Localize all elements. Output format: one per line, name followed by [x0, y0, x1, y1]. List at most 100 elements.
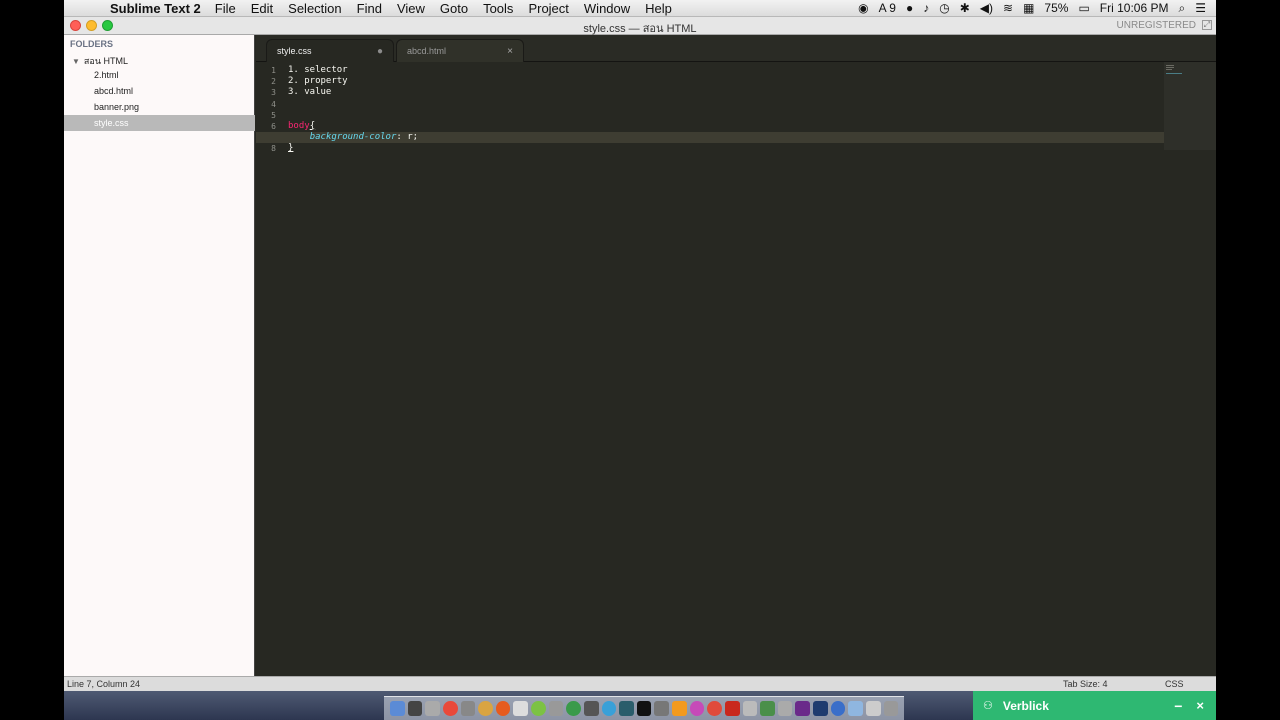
- bluetooth-icon[interactable]: ✱: [960, 1, 970, 15]
- css-selector: body: [288, 120, 310, 131]
- battery-percent[interactable]: 75%: [1044, 1, 1068, 15]
- ai-icon[interactable]: A 9: [879, 1, 896, 15]
- app-icon[interactable]: [531, 701, 546, 716]
- open-brace: {: [309, 120, 316, 131]
- tab-label: style.css: [277, 46, 312, 56]
- unsaved-dot-icon[interactable]: ●: [377, 46, 383, 57]
- syntax-selector[interactable]: CSS: [1165, 679, 1184, 689]
- menu-project[interactable]: Project: [528, 1, 568, 16]
- app-icon[interactable]: [742, 701, 758, 716]
- tab-style-css[interactable]: style.css ●: [266, 39, 394, 62]
- app-icon[interactable]: [654, 701, 669, 716]
- trash-icon[interactable]: [883, 701, 899, 716]
- sidebar-file-abcd-html[interactable]: abcd.html: [64, 83, 255, 99]
- line-number: 4: [271, 99, 276, 109]
- folder-icon[interactable]: [848, 701, 863, 716]
- chrome-icon[interactable]: [442, 701, 458, 716]
- line-number: 6: [271, 121, 276, 131]
- menu-find[interactable]: Find: [357, 1, 382, 16]
- close-icon[interactable]: ×: [1196, 698, 1204, 713]
- menu-tools[interactable]: Tools: [483, 1, 513, 16]
- menu-edit[interactable]: Edit: [251, 1, 273, 16]
- window-titlebar: style.css — สอน HTML UNREGISTERED ⤢: [64, 17, 1216, 35]
- terminal-icon[interactable]: [636, 701, 652, 716]
- app-icon[interactable]: [830, 701, 846, 716]
- sidebar-file-style-css[interactable]: style.css: [64, 115, 255, 131]
- app-icon[interactable]: [865, 701, 881, 716]
- app-icon[interactable]: [777, 701, 793, 716]
- line-number: 3: [271, 88, 276, 98]
- photoshop-icon[interactable]: [813, 701, 828, 716]
- menu-file[interactable]: File: [215, 1, 236, 16]
- css-property: background-color: [309, 132, 397, 143]
- app-icon[interactable]: [760, 701, 775, 716]
- status-area: ◉ A 9 ● ♪ ◷ ✱ ◀) ≋ ▦ 75% ▭ Fri 10:06 PM …: [858, 1, 1206, 16]
- sidebar-file-2-html[interactable]: 2.html: [64, 67, 255, 83]
- letterbox-right: [1216, 0, 1280, 720]
- unregistered-label: UNREGISTERED: [1116, 20, 1196, 31]
- code-editor[interactable]: 1 2 3 4 5 6 7 8 1. selector 2. property …: [256, 62, 1216, 676]
- menubar: Sublime Text 2 File Edit Selection Find …: [64, 0, 1216, 17]
- notification-center-icon[interactable]: ☰: [1195, 1, 1206, 15]
- app-icon[interactable]: [566, 701, 581, 716]
- disclosure-triangle-icon[interactable]: ▼: [72, 57, 80, 66]
- code-line[interactable]: 2. property: [288, 76, 1088, 87]
- line-number: 8: [271, 144, 276, 154]
- vlc-icon[interactable]: [672, 701, 687, 716]
- spotlight-icon[interactable]: ⌕: [1179, 1, 1186, 16]
- notes-icon[interactable]: [513, 701, 528, 716]
- bell-icon[interactable]: ♪: [923, 1, 929, 15]
- fullscreen-icon[interactable]: ⤢: [1202, 20, 1212, 30]
- filezilla-icon[interactable]: [724, 701, 740, 716]
- menu-window[interactable]: Window: [584, 1, 630, 16]
- app-icon[interactable]: [583, 701, 599, 716]
- finder-icon[interactable]: [390, 701, 405, 716]
- app-icon[interactable]: [707, 701, 722, 716]
- flag-icon[interactable]: ▦: [1023, 1, 1034, 15]
- app-menu[interactable]: Sublime Text 2: [110, 1, 201, 16]
- time-machine-icon[interactable]: ◷: [939, 1, 949, 15]
- code-line[interactable]: [288, 99, 1088, 110]
- app-icon[interactable]: [407, 701, 423, 716]
- app-icon[interactable]: [425, 701, 440, 716]
- app-icon[interactable]: [619, 701, 634, 716]
- verblick-notification[interactable]: ⚇ Verblick − ×: [973, 691, 1216, 720]
- close-brace: }: [288, 143, 294, 154]
- menu-goto[interactable]: Goto: [440, 1, 468, 16]
- firefox-icon[interactable]: [495, 701, 511, 716]
- tab-size-selector[interactable]: Tab Size: 4: [1063, 679, 1108, 689]
- alert-icon[interactable]: ●: [906, 1, 913, 15]
- minimap-line: [1166, 67, 1174, 68]
- minimap[interactable]: [1164, 62, 1216, 150]
- help-icon[interactable]: [548, 701, 564, 716]
- code-line[interactable]: body{: [288, 121, 1088, 132]
- clock[interactable]: Fri 10:06 PM: [1100, 1, 1169, 15]
- wifi-icon[interactable]: ≋: [1003, 1, 1013, 15]
- screen: Sublime Text 2 File Edit Selection Find …: [64, 0, 1216, 720]
- app-icon[interactable]: [601, 701, 617, 716]
- minimize-icon[interactable]: −: [1174, 698, 1182, 714]
- root-folder[interactable]: ▼ สอน HTML: [72, 54, 128, 68]
- code-line[interactable]: }: [288, 143, 1088, 154]
- dock: [384, 696, 904, 720]
- code-line[interactable]: [288, 110, 1088, 121]
- record-icon[interactable]: ◉: [858, 1, 868, 15]
- menu-view[interactable]: View: [397, 1, 425, 16]
- premiere-icon[interactable]: [795, 701, 810, 716]
- settings-icon[interactable]: [460, 701, 476, 716]
- line-number: 5: [271, 110, 276, 120]
- menu-selection[interactable]: Selection: [288, 1, 341, 16]
- volume-icon[interactable]: ◀): [980, 1, 993, 15]
- code-area[interactable]: 1. selector 2. property 3. value body{ b…: [256, 65, 1176, 155]
- sidebar-file-banner-png[interactable]: banner.png: [64, 99, 255, 115]
- tab-abcd-html[interactable]: abcd.html ×: [396, 39, 524, 62]
- close-tab-icon[interactable]: ×: [507, 46, 513, 57]
- battery-icon: ▭: [1078, 1, 1090, 15]
- code-line[interactable]: 1. selector: [288, 65, 1088, 76]
- app-icon[interactable]: [478, 701, 493, 716]
- code-line-current[interactable]: background-color: r;: [256, 132, 1176, 144]
- tab-bar: style.css ● abcd.html ×: [256, 35, 1216, 62]
- app-icon[interactable]: [689, 701, 705, 716]
- code-line[interactable]: 3. value: [288, 87, 1088, 98]
- menu-help[interactable]: Help: [645, 1, 672, 16]
